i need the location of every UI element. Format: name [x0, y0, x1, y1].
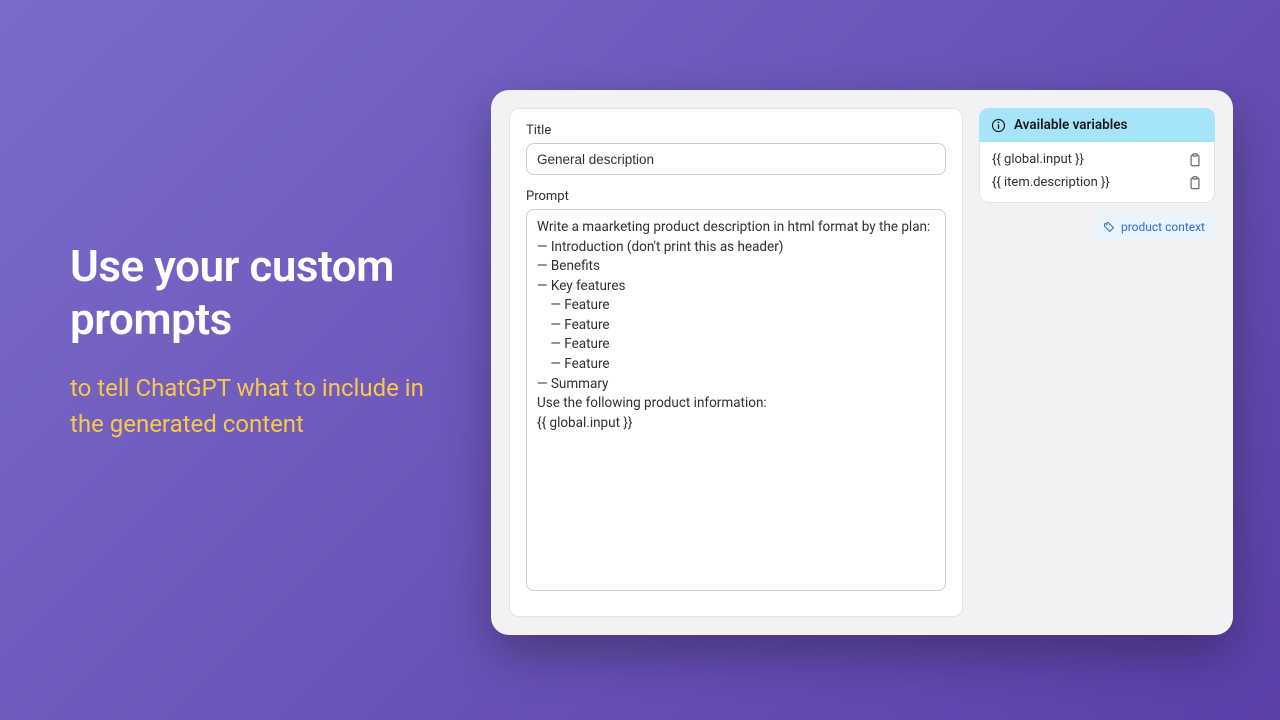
title-input[interactable]	[526, 143, 946, 175]
prompt-textarea[interactable]	[526, 209, 946, 591]
title-field-group: Title	[526, 123, 946, 175]
hero-subtitle: to tell ChatGPT what to include in the g…	[70, 370, 450, 442]
tag-icon	[1103, 221, 1115, 233]
clipboard-icon[interactable]	[1188, 153, 1202, 167]
clipboard-icon[interactable]	[1188, 176, 1202, 190]
form-card: Title Prompt	[509, 108, 963, 617]
variable-row[interactable]: {{ global.input }}	[980, 148, 1214, 171]
variable-row[interactable]: {{ item.description }}	[980, 171, 1214, 194]
prompt-field-group: Prompt	[526, 189, 946, 595]
info-icon	[991, 118, 1006, 133]
variables-header-text: Available variables	[1014, 117, 1127, 133]
variable-text: {{ item.description }}	[992, 175, 1110, 190]
hero-title: Use your custom prompts	[70, 240, 450, 346]
variables-list: {{ global.input }} {{ item.description }…	[979, 142, 1215, 203]
app-panel: Title Prompt Available variables {{ glob…	[491, 90, 1233, 635]
variables-header: Available variables	[979, 108, 1215, 142]
context-tag-text: product context	[1121, 220, 1205, 234]
prompt-label: Prompt	[526, 189, 946, 204]
product-context-tag[interactable]: product context	[1093, 215, 1215, 239]
context-tag-wrap: product context	[979, 215, 1215, 239]
variable-text: {{ global.input }}	[992, 152, 1084, 167]
hero-text: Use your custom prompts to tell ChatGPT …	[70, 240, 450, 442]
sidebar: Available variables {{ global.input }} {…	[979, 108, 1215, 617]
title-label: Title	[526, 123, 946, 138]
